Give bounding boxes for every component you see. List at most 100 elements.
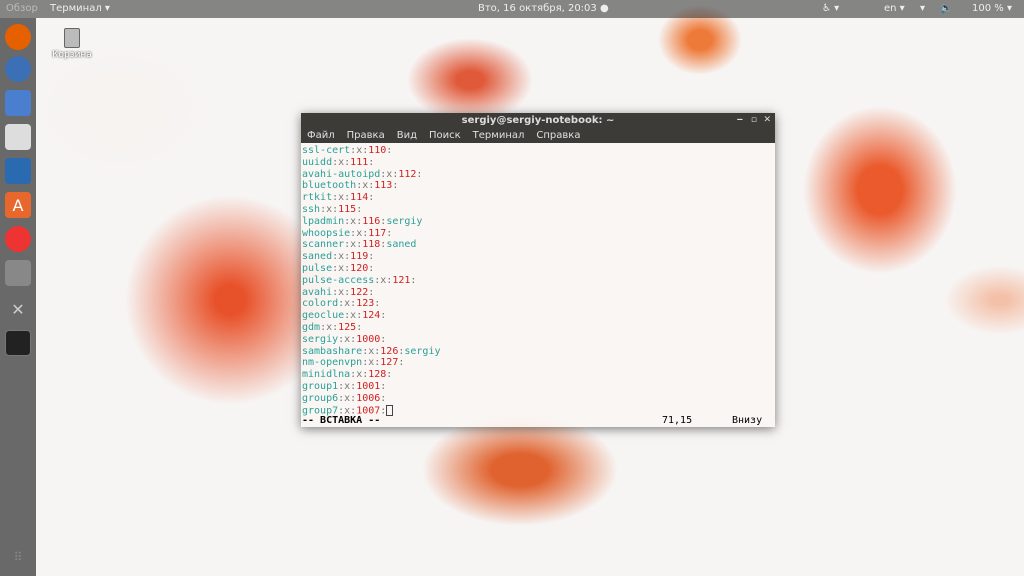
text-line: gdm:x:125:: [302, 322, 775, 334]
text-line: rtkit:x:114:: [302, 192, 775, 204]
maximize-button[interactable]: ▫: [751, 113, 757, 128]
writer-icon[interactable]: [5, 158, 31, 184]
app-menu[interactable]: Терминал ▾: [50, 3, 110, 14]
field: whoopsie: [302, 227, 351, 239]
vim-mode: -- ВСТАВКА --: [302, 415, 381, 426]
separator: :: [380, 310, 387, 322]
separator: :x:: [350, 145, 369, 156]
scroll-position: Внизу: [732, 415, 763, 426]
separator: :x:: [374, 274, 393, 286]
separator: :: [380, 392, 387, 404]
separator: :x:: [344, 215, 363, 227]
volume-icon[interactable]: 🔈: [940, 3, 952, 14]
separator: :: [380, 380, 387, 392]
text-line: geoclue:x:124:: [302, 310, 775, 322]
separator: :x:: [362, 357, 381, 369]
field: lpadmin: [302, 215, 345, 227]
separator: :: [368, 262, 375, 274]
field: saned: [302, 251, 333, 263]
menu-item[interactable]: Терминал: [473, 128, 525, 143]
text-line: minidlna:x:128:: [302, 369, 775, 381]
battery-indicator[interactable]: 100 % ▾: [972, 3, 1012, 14]
field: gdm: [302, 321, 321, 333]
text-line: ssl-cert:x:110:: [302, 145, 775, 157]
files-icon[interactable]: [5, 90, 31, 116]
software-icon[interactable]: A: [5, 192, 31, 218]
close-button[interactable]: ✕: [763, 113, 771, 128]
text-line: group6:x:1006:: [302, 393, 775, 405]
field: 1000: [356, 333, 381, 345]
rhythmbox-icon[interactable]: [5, 124, 31, 150]
firefox-icon[interactable]: [5, 24, 31, 50]
menu-item[interactable]: Вид: [397, 128, 417, 143]
title-bar[interactable]: sergiy@sergiy-notebook: ~ ‒ ▫ ✕: [301, 113, 775, 128]
field: 120: [350, 262, 369, 274]
clock[interactable]: Втo, 16 октября, 20:03 ●: [478, 3, 609, 14]
accessibility-icon[interactable]: ♿ ▾: [822, 3, 839, 14]
field: 112: [398, 168, 417, 180]
text-line: ssh:x:115:: [302, 204, 775, 216]
language-menu[interactable]: en ▾: [884, 3, 905, 14]
terminal-window[interactable]: sergiy@sergiy-notebook: ~ ‒ ▫ ✕ Файл Прав…: [301, 113, 775, 427]
text-line: group1:x:1001:: [302, 381, 775, 393]
separator: :x:: [332, 156, 351, 168]
field: uuidd: [302, 156, 333, 168]
minimize-button[interactable]: ‒: [737, 113, 743, 128]
separator: :: [374, 298, 381, 310]
activities-button[interactable]: Обзор: [6, 3, 38, 14]
field: sambashare: [302, 345, 363, 357]
trash-icon: [64, 28, 80, 48]
thunderbird-icon[interactable]: [5, 56, 31, 82]
field: 111: [350, 156, 369, 168]
text-line: uuidd:x:111:: [302, 157, 775, 169]
menu-item[interactable]: Файл: [307, 128, 335, 143]
separator: :: [368, 286, 375, 298]
text-line: pulse-access:x:121:: [302, 275, 775, 287]
separator: :x:: [350, 369, 369, 381]
field: 110: [368, 145, 387, 156]
menu-item[interactable]: Правка: [347, 128, 385, 143]
text-line: bluetooth:x:113:: [302, 180, 775, 192]
field: group1: [302, 380, 339, 392]
terminal-content[interactable]: ssl-cert:x:110: uuidd:x:111: avahi-autoipd…: [301, 143, 775, 427]
vim-status-line: -- ВСТАВКА -- 71,15 Внизу: [302, 415, 772, 426]
terminal-icon[interactable]: [5, 330, 31, 356]
separator: :: [368, 251, 375, 263]
field: 115: [338, 203, 357, 215]
field: 127: [380, 357, 399, 369]
trash-desktop-icon[interactable]: Корзина: [50, 28, 94, 60]
field: scanner: [302, 239, 345, 251]
text-line: sergiy:x:1000:: [302, 334, 775, 346]
menu-item[interactable]: Поиск: [429, 128, 461, 143]
field: minidlna: [302, 369, 351, 381]
separator: :: [416, 168, 423, 180]
field: saned: [386, 239, 417, 251]
field: 124: [362, 310, 381, 322]
wifi-icon[interactable]: ▾: [920, 3, 925, 14]
text-line: avahi-autoipd:x:112:: [302, 169, 775, 181]
text-line: lpadmin:x:116:sergiy: [302, 216, 775, 228]
field: 1006: [356, 392, 381, 404]
separator: :: [410, 274, 417, 286]
separator: :: [386, 227, 393, 239]
separator: :x:: [332, 262, 351, 274]
text-line: saned:x:119:: [302, 251, 775, 263]
help-icon[interactable]: [5, 226, 31, 252]
settings-icon[interactable]: [5, 260, 31, 286]
tools-icon[interactable]: ✕: [5, 296, 31, 322]
field: 126: [380, 345, 399, 357]
field: 113: [374, 180, 393, 192]
separator: :x:: [362, 345, 381, 357]
field: 121: [392, 274, 411, 286]
separator: :x:: [332, 192, 351, 204]
show-apps-icon[interactable]: ⠿: [5, 544, 31, 570]
separator: :x:: [332, 251, 351, 263]
text-line: nm-openvpn:x:127:: [302, 357, 775, 369]
separator: :: [380, 333, 387, 345]
separator: :x:: [320, 203, 339, 215]
field: 116: [362, 215, 381, 227]
menu-item[interactable]: Справка: [536, 128, 580, 143]
separator: :x:: [344, 239, 363, 251]
separator: :x:: [338, 392, 357, 404]
trash-label: Корзина: [52, 50, 92, 60]
